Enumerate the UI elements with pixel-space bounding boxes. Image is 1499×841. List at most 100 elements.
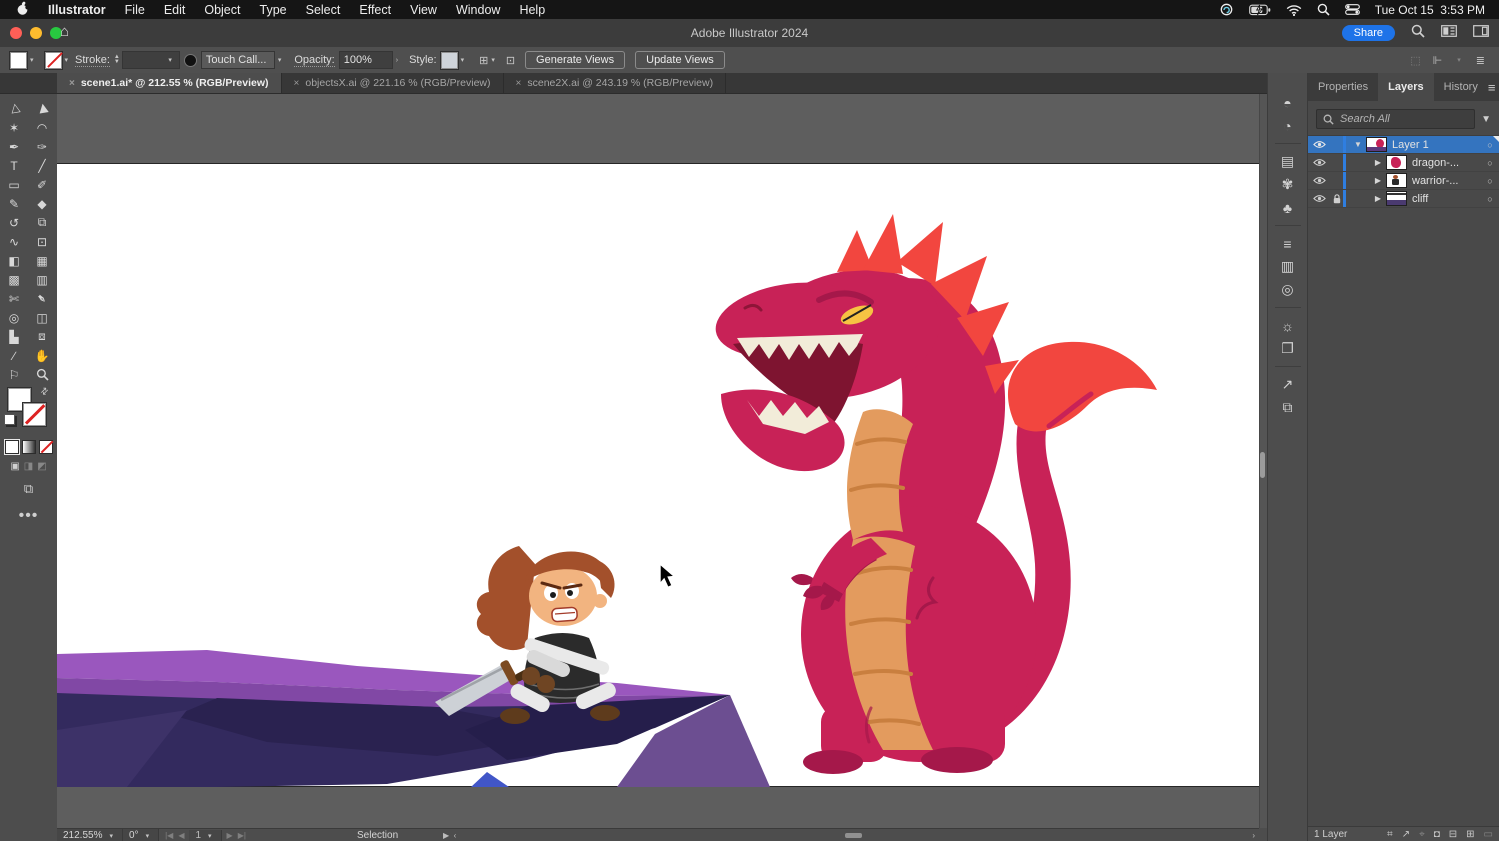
- new-sublayer-icon[interactable]: ⊟: [1449, 829, 1457, 840]
- menubar-clock[interactable]: Tue Oct 15 3:53 PM: [1375, 3, 1485, 17]
- artboards-panel-icon[interactable]: ⧉: [1275, 396, 1301, 419]
- draw-behind-icon[interactable]: ◨: [24, 461, 33, 472]
- tab-layers[interactable]: Layers: [1378, 73, 1434, 101]
- edit-toolbar-icon[interactable]: •••: [0, 507, 57, 525]
- menu-object[interactable]: Object: [204, 3, 240, 17]
- target-circle-icon[interactable]: ○: [1481, 194, 1499, 204]
- battery-icon[interactable]: [1248, 4, 1271, 16]
- color-panel-icon[interactable]: ◓: [1275, 91, 1301, 114]
- menu-illustrator[interactable]: Illustrator: [48, 3, 106, 17]
- horizontal-scrollbar-thumb[interactable]: [845, 833, 862, 838]
- opacity-label[interactable]: Opacity:: [294, 54, 335, 67]
- menu-effect[interactable]: Effect: [359, 3, 391, 17]
- control-center-icon[interactable]: [1344, 4, 1360, 15]
- filter-icon[interactable]: ▼: [1481, 114, 1491, 125]
- width-tool[interactable]: ∿: [3, 233, 25, 250]
- update-views-button[interactable]: Update Views: [635, 51, 725, 69]
- expand-chevron-icon[interactable]: ▶: [1372, 176, 1384, 185]
- brush-swatch[interactable]: [183, 53, 197, 67]
- document-tab-scene2x[interactable]: × scene2X.ai @ 243.19 % (RGB/Preview): [504, 73, 727, 93]
- direct-selection-tool[interactable]: ▶: [32, 96, 53, 121]
- next-artboard-icon[interactable]: ▶: [227, 831, 233, 840]
- canvas[interactable]: [57, 94, 1259, 828]
- panel-toggle-icon[interactable]: [1473, 25, 1489, 40]
- document-setup-icon[interactable]: ⊡: [506, 54, 515, 67]
- graphic-styles-icon[interactable]: ❐: [1275, 337, 1301, 360]
- collapse-chevron-icon[interactable]: ▼: [1352, 140, 1364, 149]
- print-tiling-tool[interactable]: ⚐: [3, 366, 25, 383]
- artboard-tool[interactable]: ⧈: [31, 328, 53, 345]
- graph-tool[interactable]: ▙: [3, 328, 25, 345]
- transparency-panel-icon[interactable]: ◎: [1275, 278, 1301, 301]
- curvature-tool[interactable]: ✑: [31, 138, 53, 155]
- workspace-layout-icon[interactable]: [1441, 25, 1457, 40]
- draw-normal-icon[interactable]: ▣: [10, 461, 19, 472]
- snap-dropdown-icon[interactable]: ▾: [1457, 56, 1461, 64]
- magic-wand-tool[interactable]: ✶: [3, 119, 25, 136]
- artboard-number-select[interactable]: 1 ▾: [189, 830, 222, 841]
- isolate-dropdown-icon[interactable]: ▾: [491, 56, 495, 64]
- slice-tool[interactable]: ✄: [3, 290, 25, 307]
- status-expand-icon[interactable]: ▶ ‹: [443, 831, 456, 840]
- hand-tool[interactable]: ✋: [31, 347, 53, 364]
- shaper-tool[interactable]: ✎: [3, 195, 25, 212]
- zoom-tool[interactable]: [31, 366, 53, 383]
- selection-tool[interactable]: ▷: [4, 96, 25, 121]
- tab-history[interactable]: History: [1434, 73, 1488, 101]
- style-dropdown-icon[interactable]: ▾: [461, 56, 465, 64]
- line-segment-tool[interactable]: ╱: [31, 157, 53, 174]
- symbols-icon[interactable]: ♣: [1275, 196, 1301, 219]
- symbol-sprayer-tool[interactable]: ◫: [31, 309, 53, 326]
- export-selection-icon[interactable]: ↗: [1402, 829, 1410, 840]
- apple-menu-icon[interactable]: [16, 1, 30, 19]
- eraser-tool[interactable]: ◆: [31, 195, 53, 212]
- control-menu-icon[interactable]: ≣: [1476, 54, 1485, 67]
- grid-snap-icon[interactable]: ⬚: [1410, 54, 1420, 67]
- first-artboard-icon[interactable]: |◀: [165, 831, 173, 840]
- pen-tool[interactable]: ✒: [3, 138, 25, 155]
- paintbrush-tool[interactable]: ✐: [31, 176, 53, 193]
- panel-menu-icon[interactable]: ≡: [1488, 73, 1499, 101]
- close-tab-icon[interactable]: ×: [516, 78, 522, 89]
- layer-name[interactable]: dragon-...: [1412, 157, 1481, 169]
- knife-tool[interactable]: ∕: [3, 347, 25, 364]
- target-circle-icon[interactable]: ○: [1481, 158, 1499, 168]
- collect-export-icon[interactable]: ⌗: [1387, 829, 1393, 840]
- layer-thumbnail[interactable]: [1386, 173, 1407, 188]
- menu-edit[interactable]: Edit: [164, 3, 186, 17]
- swatches-icon[interactable]: ▤: [1275, 150, 1301, 173]
- stroke-weight-field[interactable]: ▾: [121, 51, 180, 69]
- rectangle-tool[interactable]: ▭: [3, 176, 25, 193]
- make-clipping-mask-icon[interactable]: ◘: [1434, 829, 1440, 840]
- export-panel-icon[interactable]: ↗: [1275, 373, 1301, 396]
- free-transform-tool[interactable]: ⊡: [31, 233, 53, 250]
- visibility-toggle[interactable]: [1308, 158, 1330, 167]
- artboard[interactable]: [57, 163, 1259, 787]
- blend-tool[interactable]: ◎: [3, 309, 25, 326]
- creative-cloud-icon[interactable]: [1219, 3, 1234, 16]
- delete-layer-icon[interactable]: ▭: [1484, 829, 1493, 840]
- menu-select[interactable]: Select: [306, 3, 341, 17]
- draw-inside-icon[interactable]: ◩: [37, 461, 46, 472]
- vertical-scrollbar-thumb[interactable]: [1260, 452, 1265, 478]
- wifi-icon[interactable]: [1286, 4, 1302, 16]
- stroke-label[interactable]: Stroke:: [75, 54, 110, 67]
- color-guide-icon[interactable]: ◔: [1275, 114, 1301, 137]
- visibility-toggle[interactable]: [1308, 140, 1330, 149]
- lock-icon[interactable]: [1330, 193, 1343, 204]
- layer-name[interactable]: Layer 1: [1392, 139, 1481, 151]
- locate-object-icon[interactable]: ⌖: [1419, 829, 1425, 840]
- gradient-fill-button[interactable]: [21, 440, 36, 454]
- stroke-weight-stepper[interactable]: ▲ ▼: [114, 54, 120, 65]
- appearance-panel-icon[interactable]: ☼: [1275, 314, 1301, 337]
- scale-tool[interactable]: ⧉: [31, 214, 53, 231]
- isolate-selection-icon[interactable]: ⊞: [479, 54, 488, 67]
- layer-row-dragon[interactable]: ▶ dragon-... ○: [1308, 154, 1499, 172]
- target-circle-icon[interactable]: ○: [1481, 176, 1499, 186]
- scroll-right-icon[interactable]: ›: [1252, 831, 1255, 840]
- opacity-expand-icon[interactable]: ›: [396, 57, 398, 64]
- layer-name[interactable]: cliff: [1412, 193, 1481, 205]
- zoom-level-select[interactable]: 212.55% ▾: [57, 829, 123, 841]
- stroke-panel-icon[interactable]: ≡: [1275, 232, 1301, 255]
- screen-mode-icon[interactable]: ⧉: [0, 481, 57, 497]
